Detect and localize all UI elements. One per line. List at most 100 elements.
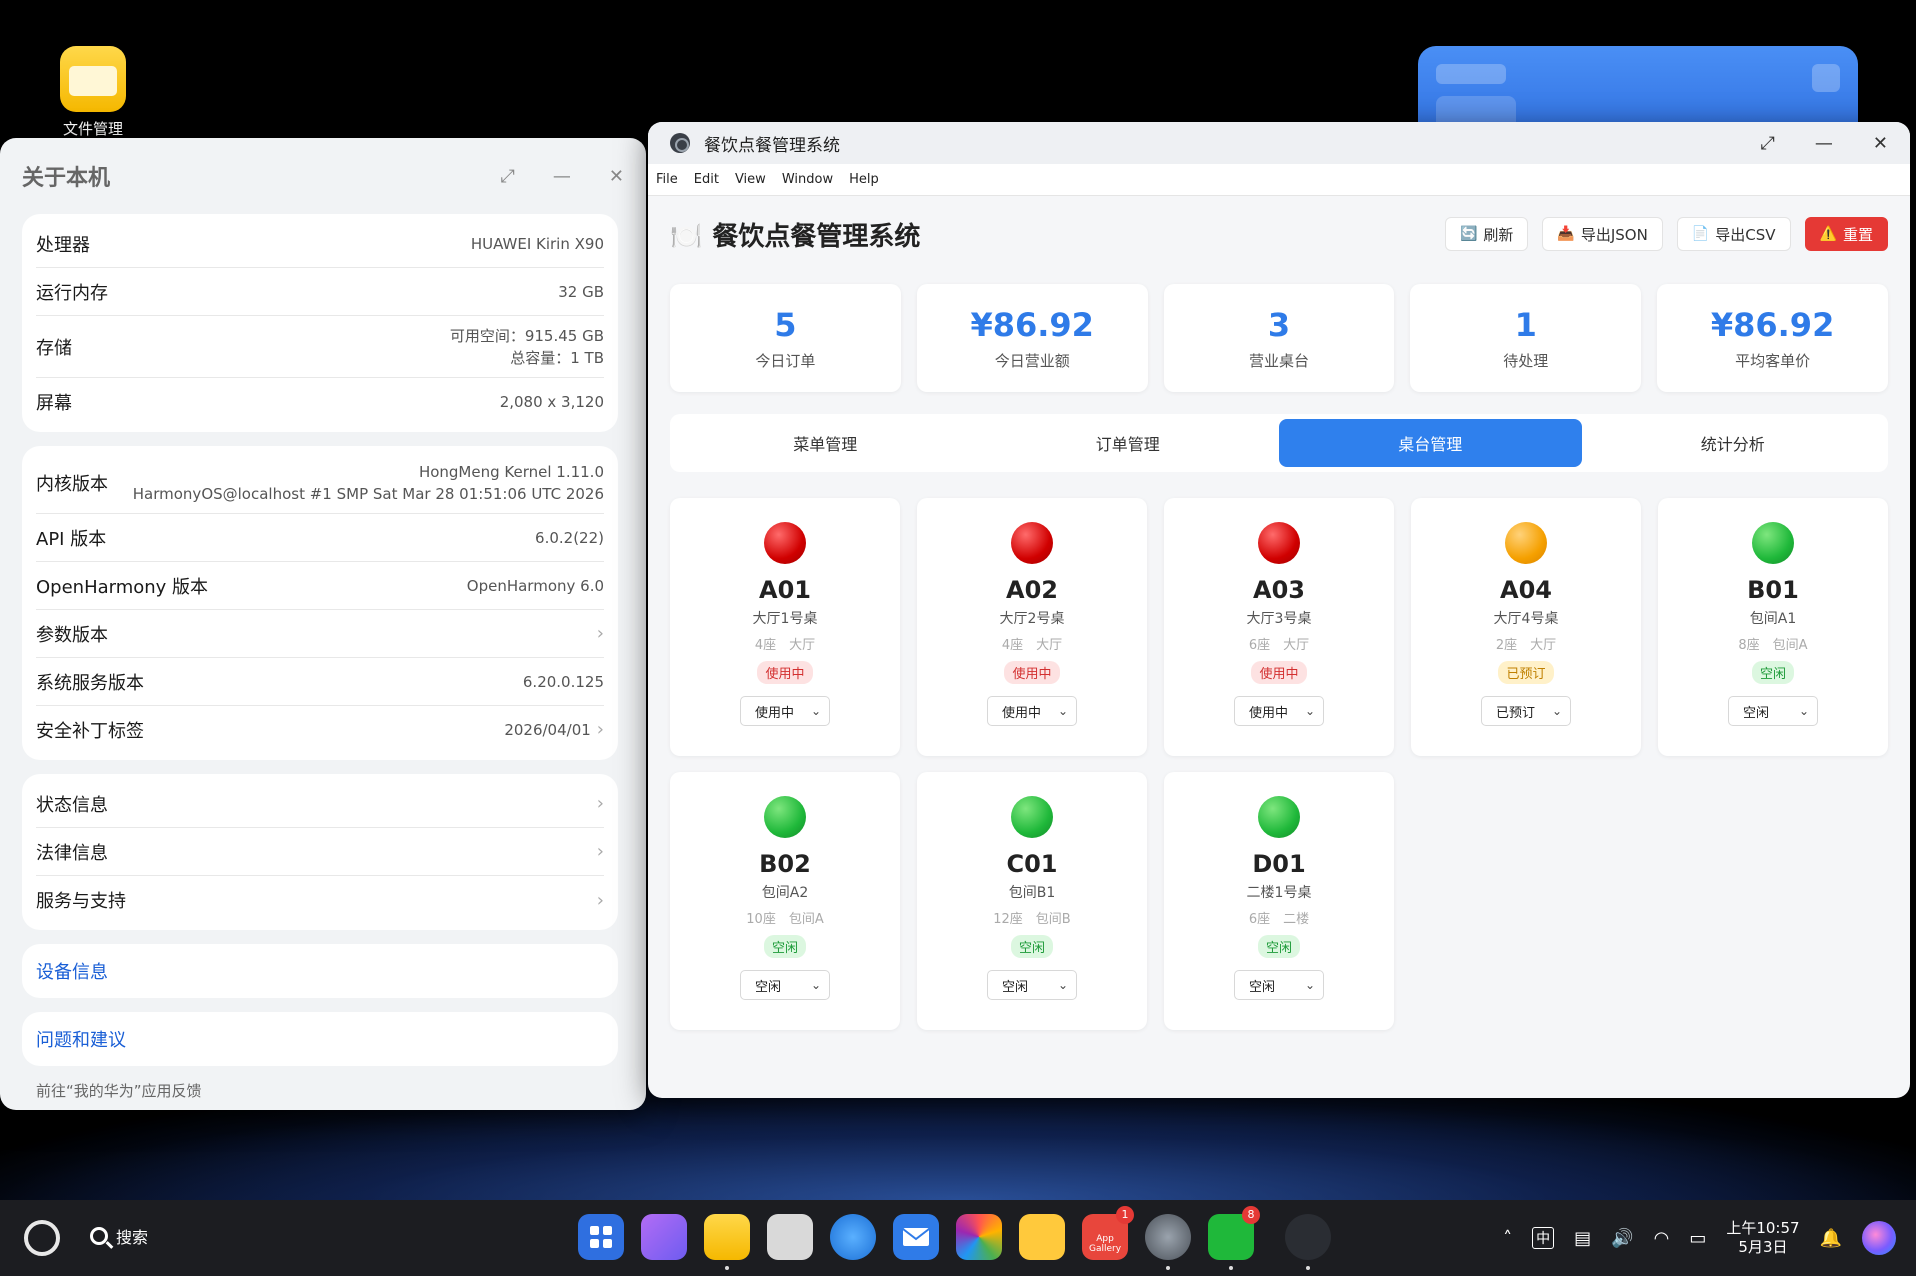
- table-card[interactable]: B02 包间A2 10座 包间A 空闲 空闲 ⌄: [670, 772, 900, 1030]
- app-gallery-icon[interactable]: App Gallery 1: [1082, 1206, 1134, 1260]
- status-light-icon: [1258, 522, 1300, 564]
- minimize-icon[interactable]: —: [1815, 133, 1833, 154]
- volume-icon[interactable]: 🔊: [1611, 1228, 1633, 1249]
- menu-view[interactable]: View: [735, 172, 766, 187]
- status-badge: 使用中: [1251, 661, 1307, 684]
- battery-icon[interactable]: ▭: [1689, 1228, 1706, 1249]
- menu-file[interactable]: File: [656, 172, 678, 187]
- mail-icon[interactable]: [893, 1214, 939, 1260]
- tab-stats[interactable]: 统计分析: [1582, 419, 1885, 467]
- multitask-icon[interactable]: [641, 1214, 687, 1260]
- menu-window[interactable]: Window: [782, 172, 833, 187]
- service-support-row[interactable]: 服务与支持 ›: [36, 876, 604, 924]
- photos-icon[interactable]: [956, 1214, 1002, 1260]
- chevron-right-icon: ›: [596, 793, 604, 814]
- status-info-row[interactable]: 状态信息 ›: [36, 780, 604, 828]
- close-icon[interactable]: ✕: [1873, 133, 1888, 154]
- status-badge: 使用中: [1004, 661, 1060, 684]
- table-card[interactable]: A01 大厅1号桌 4座 大厅 使用中 使用中 ⌄: [670, 498, 900, 756]
- api-row: API 版本 6.0.2(22): [36, 514, 604, 562]
- security-patch-row[interactable]: 安全补丁标签 2026/04/01 ›: [36, 706, 604, 754]
- table-meta: 6座 大厅: [1248, 638, 1310, 653]
- chevron-right-icon: ›: [596, 889, 604, 911]
- table-card[interactable]: D01 二楼1号桌 6座 二楼 空闲 空闲 ⌄: [1164, 772, 1394, 1030]
- nav-tabs: 菜单管理 订单管理 桌台管理 统计分析: [670, 414, 1888, 472]
- tab-menu[interactable]: 菜单管理: [674, 419, 977, 467]
- chevron-up-icon[interactable]: ˄: [1503, 1228, 1512, 1249]
- processor-row: 处理器 HUAWEI Kirin X90: [36, 220, 604, 268]
- status-select[interactable]: 空闲 ⌄: [1234, 970, 1324, 1000]
- notification-badge: 8: [1242, 1206, 1260, 1224]
- settings-icon[interactable]: [1145, 1214, 1191, 1270]
- start-button[interactable]: [24, 1220, 60, 1256]
- software-card: 内核版本 HongMeng Kernel 1.11.0 HarmonyOS@lo…: [22, 446, 618, 760]
- status-light-icon: [1752, 522, 1794, 564]
- app-header: 🍽️ 餐饮点餐管理系统 🔄 刷新 📥 导出JSON 📄 导出CSV ⚠️ 重置: [670, 196, 1888, 272]
- status-select[interactable]: 使用中 ⌄: [1234, 696, 1324, 726]
- wifi-icon[interactable]: ◠: [1654, 1228, 1670, 1249]
- notes-icon[interactable]: [1019, 1214, 1065, 1260]
- table-name: 大厅4号桌: [1493, 611, 1559, 627]
- status-light-icon: [1011, 522, 1053, 564]
- close-icon[interactable]: ✕: [609, 166, 624, 187]
- refresh-button[interactable]: 🔄 刷新: [1444, 217, 1529, 251]
- menu-bar: File Edit View Window Help: [648, 164, 1910, 196]
- clipboard-icon[interactable]: ▤: [1574, 1228, 1591, 1249]
- param-version-row[interactable]: 参数版本 ›: [36, 610, 604, 658]
- window-title: 餐饮点餐管理系统: [704, 135, 840, 156]
- warning-icon: ⚠️: [1819, 226, 1837, 242]
- table-card[interactable]: A04 大厅4号桌 2座 大厅 已预订 已预订 ⌄: [1411, 498, 1641, 756]
- table-name: 包间A2: [761, 885, 809, 901]
- status-select[interactable]: 使用中 ⌄: [987, 696, 1077, 726]
- app-grid-icon[interactable]: [578, 1214, 624, 1260]
- legal-info-row[interactable]: 法律信息 ›: [36, 828, 604, 876]
- table-card[interactable]: A03 大厅3号桌 6座 大厅 使用中 使用中 ⌄: [1164, 498, 1394, 756]
- table-code: C01: [1006, 850, 1058, 878]
- desktop-icon-label: 文件管理: [62, 120, 123, 138]
- table-card[interactable]: A02 大厅2号桌 4座 大厅 使用中 使用中 ⌄: [917, 498, 1147, 756]
- feedback-link[interactable]: 问题和建议: [22, 1012, 618, 1066]
- chevron-right-icon: ›: [596, 719, 604, 740]
- stat-today-orders: 5 今日订单: [670, 284, 901, 392]
- trash-icon[interactable]: [767, 1214, 813, 1260]
- export-json-button[interactable]: 📥 导出JSON: [1542, 217, 1663, 251]
- memory-row: 运行内存 32 GB: [36, 268, 604, 316]
- file-manager-icon[interactable]: [704, 1214, 750, 1270]
- stat-active-tables: 3 营业桌台: [1163, 284, 1395, 392]
- browser-icon[interactable]: [830, 1214, 876, 1260]
- status-select[interactable]: 空闲 ⌄: [987, 970, 1077, 1000]
- search-icon: [90, 1227, 108, 1245]
- table-card[interactable]: B01 包间A1 8座 包间A 空闲 空闲 ⌄: [1658, 498, 1888, 756]
- maximize-icon[interactable]: ⤢: [501, 166, 515, 187]
- reset-button[interactable]: ⚠️ 重置: [1804, 217, 1888, 251]
- tab-orders[interactable]: 订单管理: [977, 419, 1280, 467]
- app-titlebar: 餐饮点餐管理系统 ⤢ — ✕: [648, 122, 1910, 164]
- status-select[interactable]: 空闲 ⌄: [1728, 696, 1818, 726]
- assistant-icon[interactable]: [1862, 1221, 1896, 1255]
- table-name: 二楼1号桌: [1246, 885, 1312, 901]
- table-name: 包间A1: [1749, 611, 1797, 627]
- ime-indicator[interactable]: 中: [1532, 1227, 1555, 1249]
- table-name: 大厅1号桌: [752, 611, 818, 627]
- electron-app-icon[interactable]: [1285, 1214, 1331, 1270]
- bell-icon[interactable]: 🔔: [1820, 1228, 1842, 1249]
- menu-help[interactable]: Help: [849, 172, 879, 187]
- menu-edit[interactable]: Edit: [694, 172, 719, 187]
- clock[interactable]: 上午10:57 5月3日: [1726, 1219, 1799, 1257]
- device-info-link[interactable]: 设备信息: [22, 944, 618, 998]
- minimize-icon[interactable]: —: [553, 166, 571, 187]
- tab-tables[interactable]: 桌台管理: [1279, 419, 1582, 467]
- table-name: 大厅2号桌: [999, 611, 1065, 627]
- export-csv-button[interactable]: 📄 导出CSV: [1676, 217, 1791, 251]
- wechat-icon[interactable]: 8: [1208, 1206, 1260, 1270]
- status-select[interactable]: 空闲 ⌄: [740, 970, 830, 1000]
- table-card[interactable]: C01 包间B1 12座 包间B 空闲 空闲 ⌄: [917, 772, 1147, 1030]
- status-light-icon: [764, 522, 806, 564]
- table-code: A04: [1500, 576, 1552, 604]
- desktop-icon-file-manager[interactable]: 文件管理: [50, 46, 136, 139]
- maximize-icon[interactable]: ⤢: [1761, 133, 1775, 154]
- search-button[interactable]: 搜索: [90, 1224, 148, 1248]
- status-select[interactable]: 使用中 ⌄: [740, 696, 830, 726]
- chevron-right-icon: ›: [596, 841, 604, 862]
- status-select[interactable]: 已预订 ⌄: [1481, 696, 1571, 726]
